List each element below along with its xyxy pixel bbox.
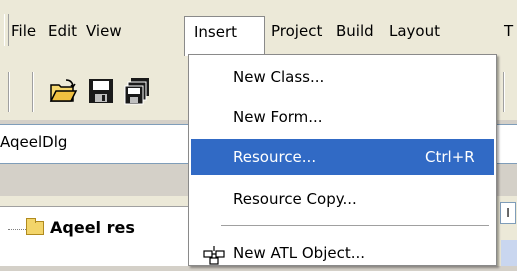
menu-bar: File Edit View Insert Project Build Layo… [0,0,517,60]
menu-item-resource-copy[interactable]: Resource Copy... [191,181,494,217]
insert-menu: New Class... New Form... Resource... Ctr… [188,54,497,266]
toolbar-field[interactable]: I [500,202,516,224]
class-combo[interactable]: AqeelDlg [0,124,190,164]
menu-edit[interactable]: Edit [43,18,82,44]
menu-item-new-form[interactable]: New Form... [191,99,494,135]
menu-project[interactable]: Project [266,18,327,44]
menu-item-label: Resource... [233,148,317,166]
workspace-toolbar-right: I [497,196,517,226]
toolbar-separator [8,72,10,112]
standard-toolbar [0,60,190,120]
menu-item-shortcut: Ctrl+R [425,148,475,166]
menu-item-label: Resource Copy... [233,190,357,208]
menu-view[interactable]: View [81,18,127,44]
menu-tools[interactable]: T [499,18,517,44]
save-all-icon[interactable] [122,76,152,106]
toolbar-separator [32,72,34,112]
open-folder-icon[interactable] [48,76,78,106]
tree-connector [8,229,28,230]
workspace-toolbar-strip [0,196,190,207]
menu-file[interactable]: File [6,18,41,44]
menu-item-new-class[interactable]: New Class... [191,59,494,95]
class-combo-value: AqeelDlg [0,133,68,151]
atl-object-icon [203,245,225,265]
member-combo[interactable] [495,124,517,164]
right-pane-edge [497,226,517,266]
folder-icon [26,218,44,235]
menu-separator [221,225,489,226]
menu-item-label: New Class... [233,68,325,86]
menu-insert[interactable]: Insert [184,16,265,56]
save-icon[interactable] [86,76,116,106]
toolbar-right-edge [497,60,517,120]
menu-build[interactable]: Build [331,18,379,44]
toolbar-separator [503,72,505,112]
menu-item-label: New Form... [233,108,323,126]
right-pane-tab[interactable] [501,240,517,266]
resource-tree: Aqeel res [0,207,190,266]
menu-item-resource[interactable]: Resource... Ctrl+R [191,139,494,175]
tree-root-label[interactable]: Aqeel res [50,218,135,237]
menu-layout[interactable]: Layout [384,18,445,44]
